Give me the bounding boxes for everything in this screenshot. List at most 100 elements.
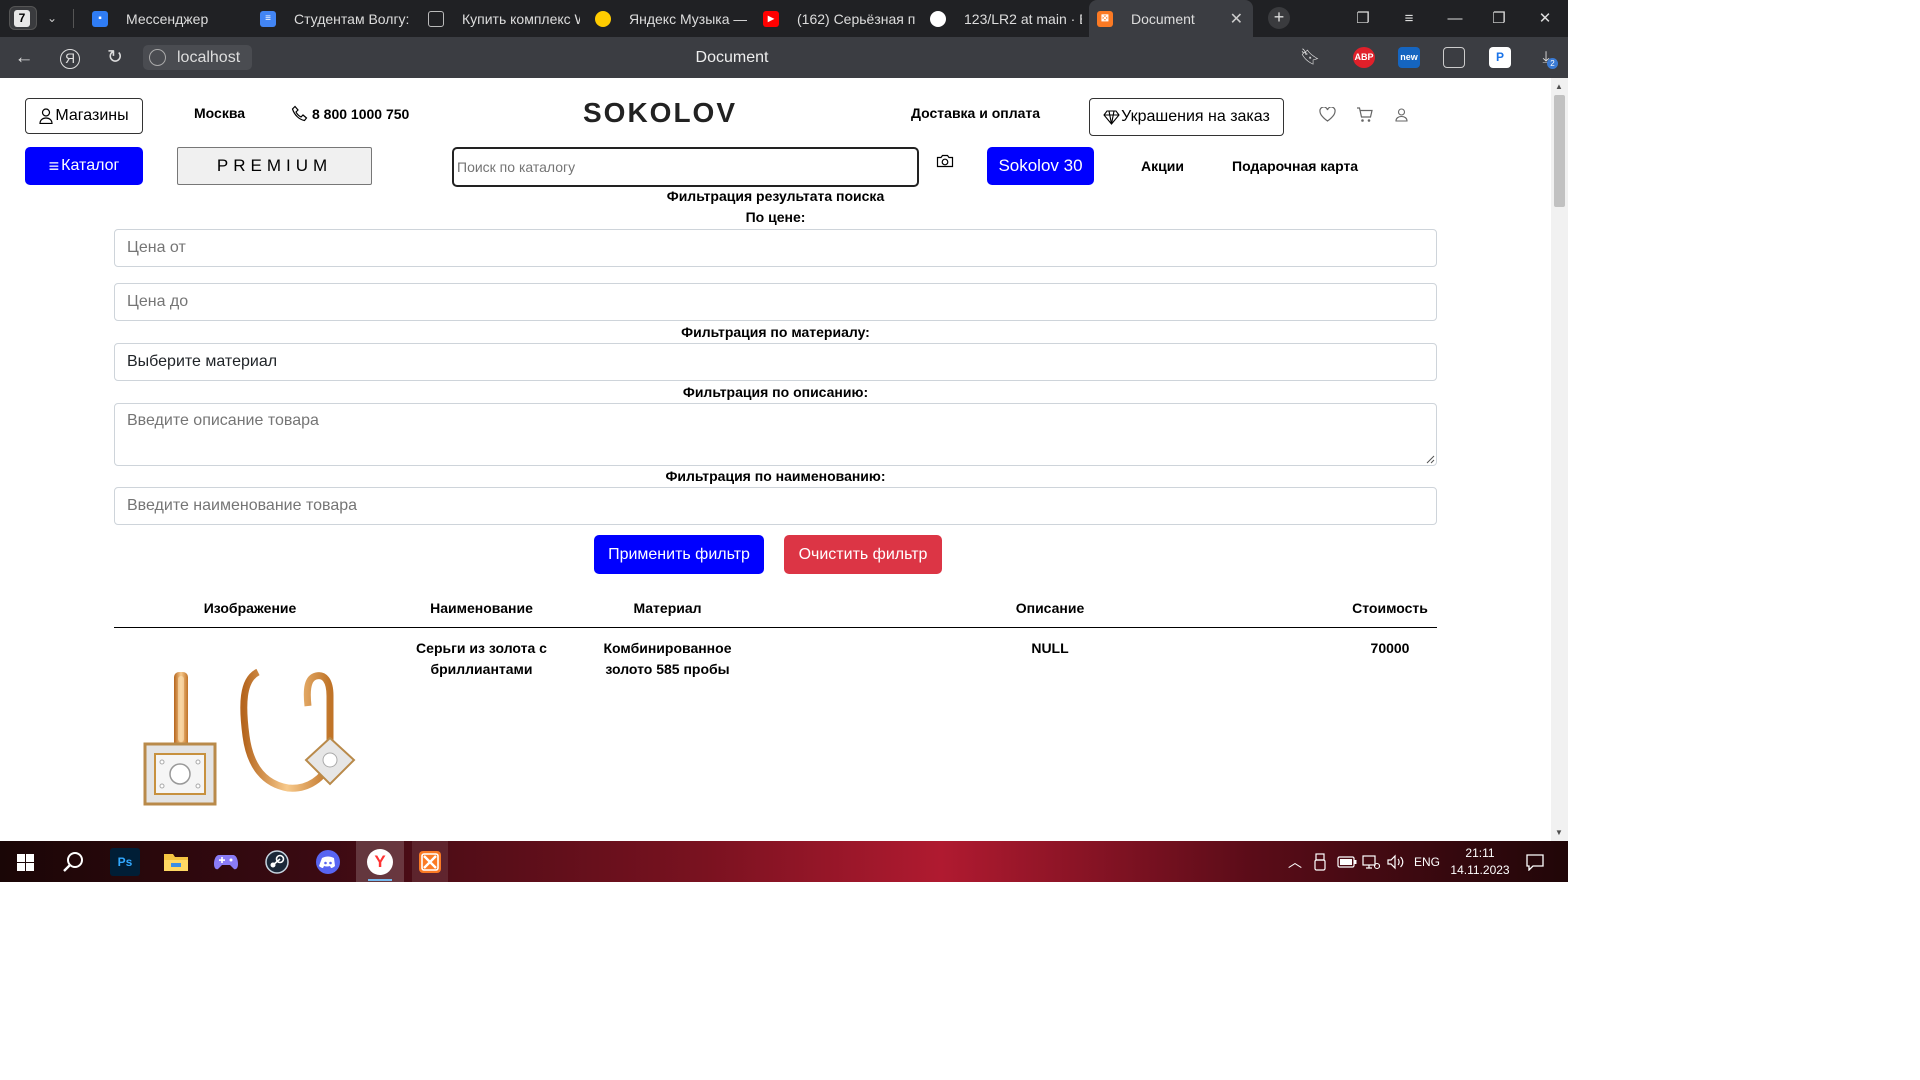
site-logo[interactable]: SOKOLOV [583, 97, 737, 129]
tab-count-button[interactable]: 7 [9, 6, 37, 30]
city-link[interactable]: Москва [194, 105, 245, 121]
sokolov30-button[interactable]: Sokolov 30 [987, 147, 1094, 185]
catalog-button[interactable]: ≡ Каталог [25, 147, 143, 185]
cell-name-line: Серьги из золота с [416, 640, 547, 656]
tab-youtube[interactable]: ▶ (162) Серьёзная про [755, 0, 915, 37]
tab-title: Купить комплекс W [462, 10, 580, 27]
material-select-value: Выберите материал [127, 353, 278, 370]
downloads-icon[interactable]: ⤓ 2 [1532, 44, 1560, 72]
discord-icon[interactable] [312, 846, 344, 878]
tab-title: 123/LR2 at main · Bl [964, 10, 1082, 27]
column-header-name: Наименование [430, 600, 533, 616]
close-tab-icon[interactable]: ✕ [1230, 9, 1243, 29]
cell-name: Серьги из золота с бриллиантами [400, 638, 563, 680]
cart-icon[interactable] [1356, 107, 1373, 123]
tab-docs[interactable]: ≡ Студентам Волгу: 20 [252, 0, 412, 37]
youtube-icon: ▶ [763, 10, 779, 27]
menu-icon[interactable]: ≡ [1386, 0, 1432, 37]
steam-icon[interactable] [261, 846, 293, 878]
name-input[interactable] [114, 487, 1437, 525]
clear-filter-button[interactable]: Очистить фильтр [784, 535, 942, 574]
photoshop-icon[interactable]: Ps [110, 848, 140, 876]
price-from-input[interactable] [114, 229, 1437, 267]
stores-button[interactable]: Магазины [25, 98, 143, 134]
file-explorer-icon[interactable] [160, 846, 192, 878]
notifications-icon[interactable] [1525, 841, 1545, 882]
phone-icon [291, 105, 308, 122]
scroll-down-arrow-icon[interactable]: ▼ [1555, 828, 1563, 837]
account-icon[interactable] [1395, 108, 1408, 122]
description-textarea[interactable] [114, 403, 1437, 466]
search-icon[interactable] [58, 846, 90, 878]
camera-search-icon[interactable] [936, 154, 954, 168]
tab-document-active[interactable]: ⊠ Document ✕ [1089, 0, 1253, 37]
cell-material-line: золото 585 пробы [605, 661, 730, 677]
active-app-indicator [368, 879, 392, 881]
yandex-home-icon[interactable]: Я [56, 44, 84, 72]
reader-extension-icon[interactable] [1443, 47, 1465, 68]
page-content: Магазины Москва 8 800 1000 750 SOKOLOV Д… [0, 78, 1551, 841]
cell-material-line: Комбинированное [603, 640, 732, 656]
favorites-heart-icon[interactable] [1319, 107, 1336, 122]
tab-yandex-music[interactable]: Яндекс Музыка — с [587, 0, 747, 37]
cell-price: 70000 [1370, 640, 1410, 656]
price-to-input[interactable] [114, 283, 1437, 321]
xampp-taskbar-button[interactable] [412, 841, 448, 882]
material-filter-label: Фильтрация по материалу: [681, 324, 870, 340]
material-select[interactable]: Выберите материал [114, 343, 1437, 381]
site-info-icon[interactable] [149, 49, 166, 66]
delivery-link[interactable]: Доставка и оплата [911, 105, 1040, 121]
usb-icon[interactable] [1314, 841, 1326, 882]
url-field[interactable]: localhost [143, 45, 252, 70]
premium-button[interactable]: PREMIUM [177, 147, 372, 185]
minimize-icon[interactable]: — [1432, 0, 1478, 37]
column-header-material: Материал [633, 600, 702, 616]
custom-jewelry-button[interactable]: Украшения на заказ [1089, 98, 1284, 136]
tab-shop[interactable]: Купить комплекс W [420, 0, 580, 37]
game-controller-icon[interactable] [210, 846, 242, 878]
bookmark-icon[interactable]: 🔖︎ [1296, 44, 1324, 72]
volume-icon[interactable] [1386, 841, 1404, 882]
browser-address-bar: Document ← Я ↻ localhost 🔖︎ ABP new P ⤓ 2 [0, 37, 1568, 78]
reload-icon[interactable]: ↻ [101, 44, 129, 72]
docs-icon: ≡ [260, 10, 276, 27]
collections-icon[interactable]: ❐ [1340, 0, 1386, 37]
catalog-label: Каталог [61, 157, 120, 174]
close-window-icon[interactable]: ✕ [1522, 0, 1568, 37]
tab-list-chevron-icon[interactable]: ⌄ [41, 6, 63, 30]
filter-title: Фильтрация результата поиска [666, 188, 885, 204]
table-header-divider [114, 627, 1437, 628]
translate-extension-icon[interactable]: P [1489, 47, 1511, 68]
new-tab-button[interactable]: + [1268, 7, 1290, 29]
tab-title: Студентам Волгу: 20 [294, 10, 412, 27]
tray-overflow-chevron-icon[interactable]: ︿ [1288, 841, 1302, 882]
promo-link[interactable]: Акции [1141, 158, 1184, 174]
back-arrow-icon[interactable]: ← [10, 44, 38, 72]
windows-start-icon[interactable] [9, 846, 41, 878]
apply-filter-button[interactable]: Применить фильтр [594, 535, 764, 574]
scroll-up-arrow-icon[interactable]: ▲ [1555, 82, 1563, 91]
phone-link[interactable]: 8 800 1000 750 [291, 105, 409, 123]
yandex-browser-icon: Y [367, 848, 393, 875]
battery-icon[interactable] [1337, 841, 1357, 882]
name-filter-label: Фильтрация по наименованию: [665, 468, 886, 484]
language-indicator[interactable]: ENG [1414, 841, 1440, 882]
catalog-search-input[interactable] [452, 147, 919, 187]
tab-messenger[interactable]: ▪ Мессенджер [84, 0, 244, 37]
clock[interactable]: 21:11 14.11.2023 [1450, 841, 1510, 882]
resize-handle-icon[interactable] [1426, 455, 1435, 464]
scrollbar-thumb[interactable] [1554, 95, 1565, 207]
yandex-browser-taskbar-button[interactable]: Y [356, 841, 404, 882]
tab-title: (162) Серьёзная про [797, 10, 915, 27]
restore-icon[interactable]: ❐ [1476, 0, 1522, 37]
adblock-extension-icon[interactable]: ABP [1353, 47, 1375, 68]
page-scrollbar[interactable]: ▲ ▼ [1551, 78, 1568, 841]
column-header-price: Стоимость [1352, 600, 1428, 616]
custom-jewelry-label: Украшения на заказ [1121, 108, 1270, 125]
gift-card-link[interactable]: Подарочная карта [1232, 158, 1358, 174]
new-extension-icon[interactable]: new [1398, 47, 1420, 68]
network-icon[interactable] [1362, 841, 1380, 882]
tab-count: 7 [14, 10, 30, 27]
tab-github[interactable]: 123/LR2 at main · Bl [922, 0, 1082, 37]
clock-date: 14.11.2023 [1450, 862, 1510, 877]
